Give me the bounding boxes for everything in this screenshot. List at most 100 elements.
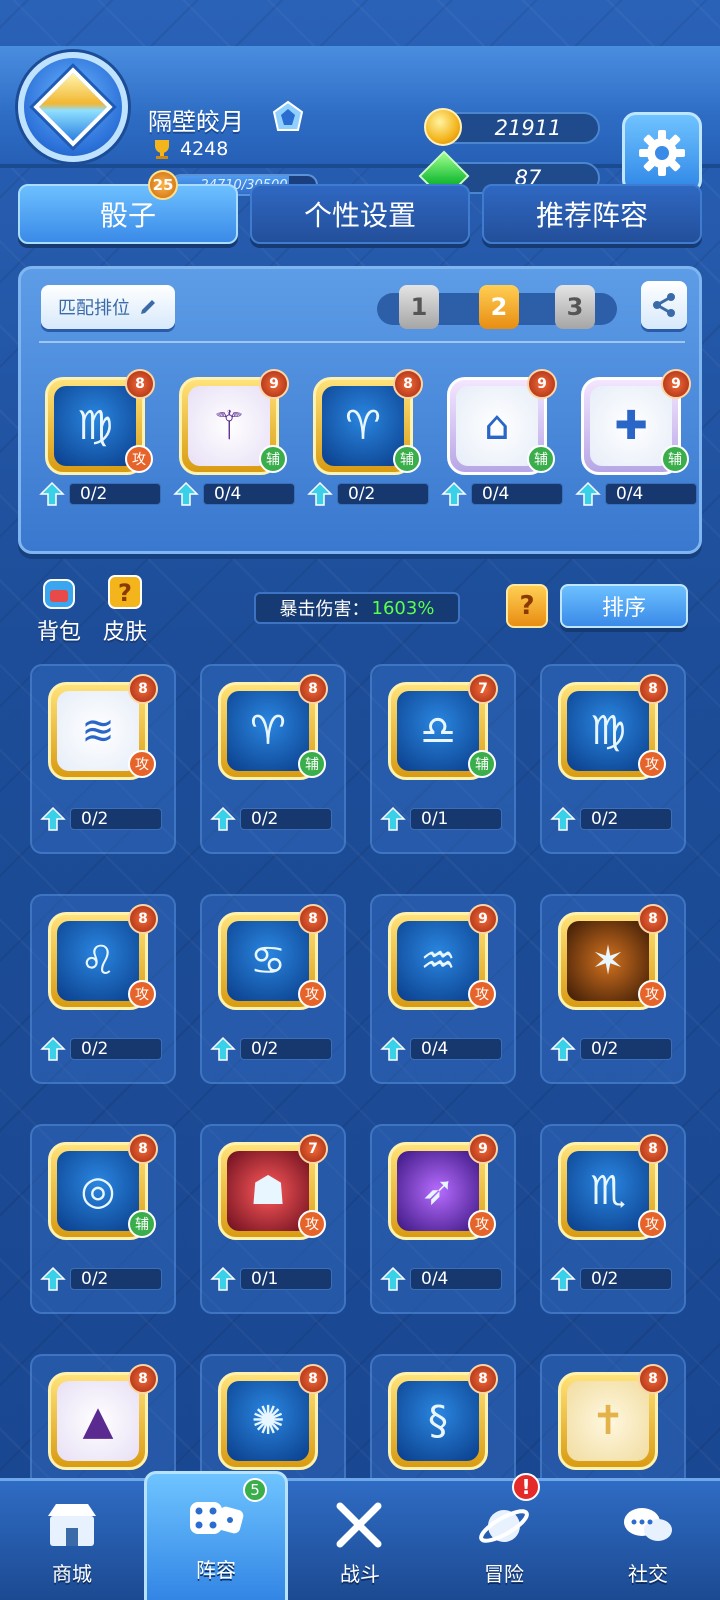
tab-customize[interactable]: 个性设置 — [250, 184, 470, 244]
nav-item-chat-bubbles[interactable]: 社交 — [576, 1481, 720, 1600]
upgrade-progress: 0/4 — [410, 1038, 502, 1060]
coin-icon[interactable] — [424, 108, 462, 146]
dice-card[interactable]: ✚ 9 辅 — [575, 369, 693, 481]
dice-card[interactable]: ♒ 9 攻 — [382, 904, 500, 1016]
leo-icon: ♌ — [57, 921, 139, 1001]
dice-type-badge: 辅 — [661, 445, 689, 473]
collection-dice-cell[interactable]: ♈ 8 辅 0/2 — [200, 664, 346, 854]
loadout-dice-row: ♍ 8 攻 0/2 ⚚ 9 辅 0/4 ♈ 8 辅 0/2 ⌂ 9 辅 0/4 ✚ 9 辅 0/4 — [39, 369, 697, 509]
sort-button[interactable]: 排序 — [560, 584, 688, 628]
loadout-slot-2[interactable]: 2 — [479, 285, 519, 329]
panel-divider — [39, 341, 685, 343]
loadout-slot-3[interactable]: 3 — [555, 285, 595, 329]
collection-dice-cell[interactable]: ♋ 8 攻 0/2 — [200, 894, 346, 1084]
loadout-slot-1[interactable]: 1 — [399, 285, 439, 329]
nav-item-planet[interactable]: 冒险! — [432, 1473, 576, 1600]
dice-card[interactable]: ✝ 8 — [552, 1364, 670, 1476]
collection-dice-cell[interactable]: ◎ 8 辅 0/2 — [30, 1124, 176, 1314]
dice-type-badge: 攻 — [298, 1210, 326, 1238]
dice-card[interactable]: ♍ 8 攻 — [39, 369, 157, 481]
bag-button[interactable]: 背包 — [34, 574, 84, 646]
frost-burst-icon: ✺ — [227, 1381, 309, 1461]
status-bar — [0, 0, 720, 46]
collection-dice-cell[interactable]: ♏ 8 攻 0/2 — [540, 1124, 686, 1314]
shop-icon — [48, 1503, 96, 1546]
upgrade-arrow-icon — [380, 1266, 406, 1291]
dice-card[interactable]: ▲ 8 — [42, 1364, 160, 1476]
dice-card[interactable]: ≋ 8 攻 — [42, 674, 160, 786]
dice-upgrade-row: 0/4 — [173, 481, 297, 507]
dice-card[interactable]: ➶ 9 攻 — [382, 1134, 500, 1246]
skin-button[interactable]: ? 皮肤 — [100, 574, 150, 646]
loadout-dice-slot[interactable]: ✚ 9 辅 0/4 — [575, 369, 697, 509]
tab-dice[interactable]: 骰子 — [18, 184, 238, 244]
collection-dice-cell[interactable]: ♌ 8 攻 0/2 — [30, 894, 176, 1084]
upgrade-progress: 0/1 — [410, 808, 502, 830]
dice-card[interactable]: § 8 — [382, 1364, 500, 1476]
match-mode-label: 匹配排位 — [58, 298, 130, 319]
dice-card[interactable]: ♎ 7 辅 — [382, 674, 500, 786]
upgrade-arrow-icon — [550, 1266, 576, 1291]
settings-button[interactable] — [622, 112, 702, 194]
dice-level-badge: 8 — [298, 1364, 328, 1394]
dice-card[interactable]: ♏ 8 攻 — [552, 1134, 670, 1246]
nav-item-shop[interactable]: 商城 — [0, 1481, 144, 1600]
trophy-icon — [155, 140, 169, 159]
loadout-dice-slot[interactable]: ♈ 8 辅 0/2 — [307, 369, 429, 509]
share-button[interactable] — [641, 281, 687, 329]
aries-icon: ♈ — [227, 691, 309, 771]
collection-dice-cell[interactable]: ☗ 7 攻 0/1 — [200, 1124, 346, 1314]
dice-type-badge: 攻 — [638, 1210, 666, 1238]
tab-recommended[interactable]: 推荐阵容 — [482, 184, 702, 244]
dice-card[interactable]: ✶ 8 攻 — [552, 904, 670, 1016]
planet-icon — [479, 1508, 529, 1543]
dice-type-badge: 攻 — [298, 980, 326, 1008]
dice-upgrade-row: 0/2 — [550, 806, 674, 832]
share-icon — [653, 293, 675, 317]
dice-card[interactable]: ♈ 8 辅 — [307, 369, 425, 481]
dice-card[interactable]: ◎ 8 辅 — [42, 1134, 160, 1246]
nav-item-dice[interactable]: 阵容 5 — [144, 1471, 288, 1600]
dice-level-badge: 8 — [298, 674, 328, 704]
nav-alert-badge: ! — [512, 1473, 540, 1501]
dice-card[interactable]: ♈ 8 辅 — [212, 674, 330, 786]
collection-dice-cell[interactable]: ≋ 8 攻 0/2 — [30, 664, 176, 854]
dice-card[interactable]: ⌂ 9 辅 — [441, 369, 559, 481]
loadout-dice-slot[interactable]: ⚚ 9 辅 0/4 — [173, 369, 295, 509]
bag-label: 背包 — [36, 620, 81, 645]
loadout-dice-slot[interactable]: ♍ 8 攻 0/2 — [39, 369, 161, 509]
archer-icon: ➶ — [397, 1151, 479, 1231]
vampire-icon: ☗ — [227, 1151, 309, 1231]
dice-type-badge: 攻 — [128, 750, 156, 778]
dice-level-badge: 9 — [661, 369, 691, 399]
match-mode-button[interactable]: 匹配排位 — [41, 285, 175, 329]
dice-icon — [190, 1502, 244, 1534]
collection-dice-cell[interactable]: ✶ 8 攻 0/2 — [540, 894, 686, 1084]
dice-card[interactable]: ♋ 8 攻 — [212, 904, 330, 1016]
dice-card[interactable]: ☗ 7 攻 — [212, 1134, 330, 1246]
dice-level-badge: 8 — [468, 1364, 498, 1394]
altar-icon: ⚚ — [188, 386, 270, 466]
collection-dice-cell[interactable]: ♒ 9 攻 0/4 — [370, 894, 516, 1084]
upgrade-arrow-icon — [40, 806, 66, 831]
dice-card[interactable]: ⚚ 9 辅 — [173, 369, 291, 481]
collection-dice-cell[interactable]: ➶ 9 攻 0/4 — [370, 1124, 516, 1314]
dice-level-badge: 8 — [128, 674, 158, 704]
target-coin-icon: ◎ — [57, 1151, 139, 1231]
nav-label: 商城 — [52, 1561, 92, 1586]
upgrade-progress: 0/2 — [580, 808, 672, 830]
help-button[interactable]: ? — [506, 584, 548, 628]
dice-card[interactable]: ♌ 8 攻 — [42, 904, 160, 1016]
upgrade-arrow-icon — [575, 481, 601, 506]
dice-type-badge: 攻 — [128, 980, 156, 1008]
upgrade-arrow-icon — [550, 806, 576, 831]
dice-card[interactable]: ♍ 8 攻 — [552, 674, 670, 786]
avatar[interactable] — [18, 52, 128, 162]
dice-card[interactable]: ✺ 8 — [212, 1364, 330, 1476]
nav-item-crossed-swords[interactable]: 战斗 — [288, 1481, 432, 1600]
upgrade-arrow-icon — [210, 1036, 236, 1061]
loadout-dice-slot[interactable]: ⌂ 9 辅 0/4 — [441, 369, 563, 509]
collection-dice-cell[interactable]: ♎ 7 辅 0/1 — [370, 664, 516, 854]
upgrade-arrow-icon — [173, 481, 199, 506]
collection-dice-cell[interactable]: ♍ 8 攻 0/2 — [540, 664, 686, 854]
